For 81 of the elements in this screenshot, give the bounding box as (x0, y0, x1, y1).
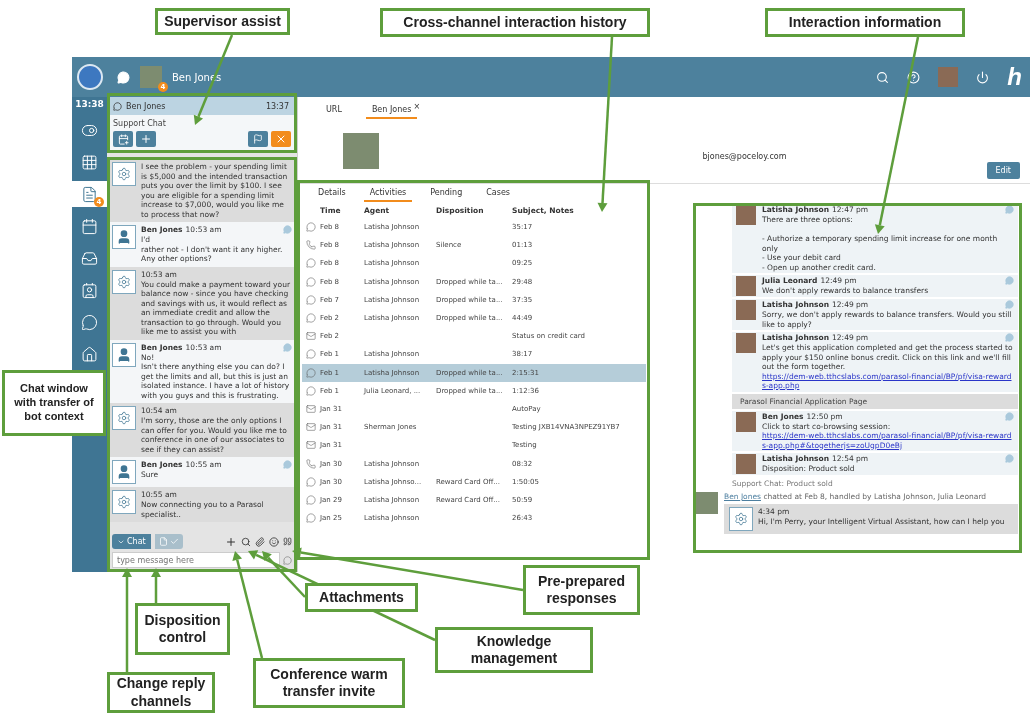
photo-placeholder (343, 133, 379, 169)
callout-label: Knowledge management (435, 627, 593, 673)
speech-bubble-icon (1005, 333, 1014, 343)
check-icon (169, 537, 179, 546)
speech-bubble-icon (1005, 411, 1014, 422)
callout-label: Attachments (305, 583, 418, 612)
speech-bubble-icon (1005, 300, 1014, 310)
speech-bubble-icon (283, 460, 292, 470)
person-icon (112, 225, 136, 249)
edit-button[interactable]: Edit (986, 161, 1020, 179)
chat-bubble-icon (81, 313, 98, 331)
avatar-placeholder (696, 492, 718, 514)
contact-card-icon (81, 281, 98, 299)
speech-bubble-icon (283, 225, 292, 235)
avatar-placeholder (736, 205, 756, 225)
speech-bubble-icon (1005, 276, 1014, 286)
smiley-icon[interactable] (269, 536, 279, 547)
tab[interactable]: Details (312, 188, 352, 202)
callout-label: Change reply channels (107, 672, 215, 713)
close-icon (275, 133, 287, 145)
help-icon[interactable] (907, 70, 921, 84)
flag-icon (253, 134, 263, 144)
flag-button[interactable] (248, 131, 268, 147)
plus-icon[interactable] (225, 535, 237, 548)
avatar-placeholder (736, 276, 756, 296)
tab[interactable]: Pending (424, 188, 469, 202)
queue-name: Support Chat (113, 119, 167, 128)
chat-bubble-icon[interactable] (117, 70, 130, 84)
grid-icon (81, 153, 98, 171)
avatar-placeholder (736, 333, 756, 353)
chat-bubble-icon (113, 101, 122, 111)
speech-bubble-icon (1005, 454, 1014, 464)
callout-label: Pre-prepared responses (523, 565, 640, 615)
speech-bubble-icon (1005, 205, 1014, 215)
document-icon (81, 185, 98, 203)
power-icon[interactable] (976, 70, 990, 84)
tab[interactable]: Activities (363, 188, 413, 202)
chat-bubble-icon (283, 555, 292, 565)
gear-icon (112, 162, 136, 186)
person-icon (112, 460, 136, 484)
tab[interactable]: Ben Jones × (365, 105, 418, 119)
inbox-icon (81, 249, 98, 267)
callout-label: Disposition control (135, 603, 230, 655)
gear-icon (112, 406, 136, 430)
callout-label: Cross-channel interaction history (380, 8, 650, 37)
speech-bubble-icon (283, 342, 292, 353)
plus-icon (140, 133, 152, 145)
callout-label: Chat window with transfer of bot context (2, 370, 106, 436)
avatar-placeholder (736, 411, 756, 432)
close-button[interactable] (271, 131, 291, 147)
email-address: bjones@poceloy.com (702, 151, 787, 161)
document-icon (158, 537, 168, 546)
gear-icon (729, 507, 753, 531)
gear-icon (112, 490, 136, 514)
paperclip-icon[interactable] (255, 536, 265, 547)
avatar-placeholder (736, 300, 756, 320)
schedule-button[interactable] (113, 131, 133, 147)
search-icon[interactable] (241, 536, 251, 547)
add-button[interactable] (136, 131, 156, 147)
search-icon[interactable] (876, 70, 890, 84)
calendar-plus-icon (117, 133, 129, 145)
reply-channel-button[interactable]: Chat (112, 534, 151, 549)
quote-icon[interactable] (283, 537, 292, 546)
tab[interactable]: URL (320, 105, 348, 119)
clock-time: 13:38 (75, 98, 104, 111)
callout-label: Supervisor assist (155, 8, 290, 35)
customer-name: Ben Jones (126, 101, 166, 111)
status-circle-icon[interactable] (77, 64, 103, 90)
message-input[interactable]: type message here (112, 552, 280, 568)
person-icon (112, 342, 136, 367)
close-icon[interactable]: × (413, 102, 421, 111)
callout-label: Conference warm transfer invite (253, 658, 405, 708)
tab[interactable]: Cases (480, 188, 516, 202)
avatar-placeholder (736, 454, 756, 474)
callout-label: Interaction information (765, 8, 965, 37)
callout-arrow (151, 568, 161, 603)
calendar-icon (81, 217, 98, 235)
chat-time: 13:37 (265, 101, 289, 111)
gear-icon (112, 269, 136, 294)
home-icon (81, 345, 98, 363)
logo: h (1007, 63, 1022, 91)
